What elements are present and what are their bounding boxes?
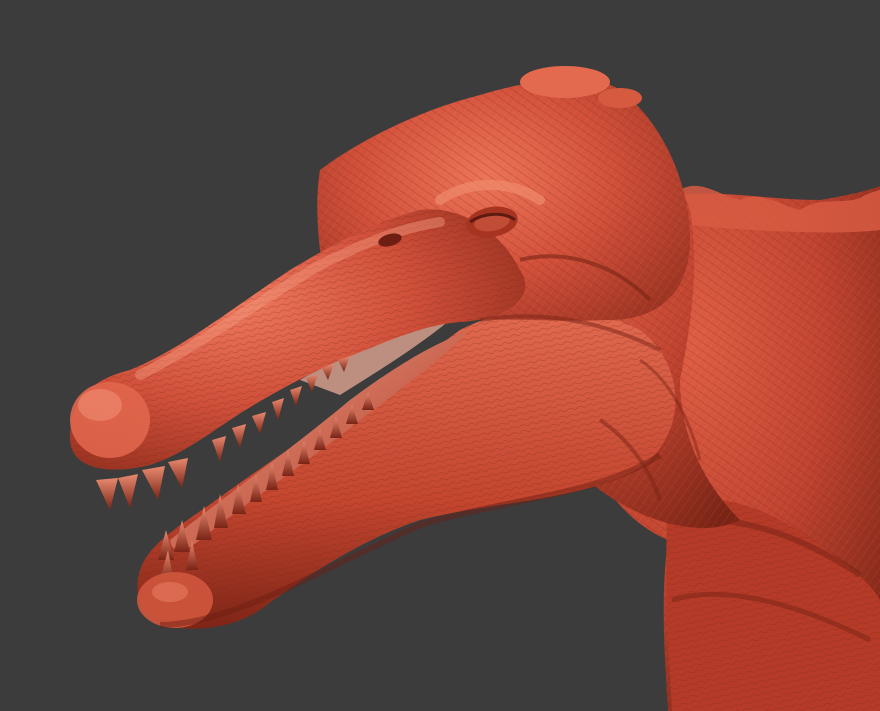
sculpt-viewport [0, 0, 880, 711]
dinosaur-sculpt [0, 0, 880, 711]
head-crest [520, 66, 610, 98]
